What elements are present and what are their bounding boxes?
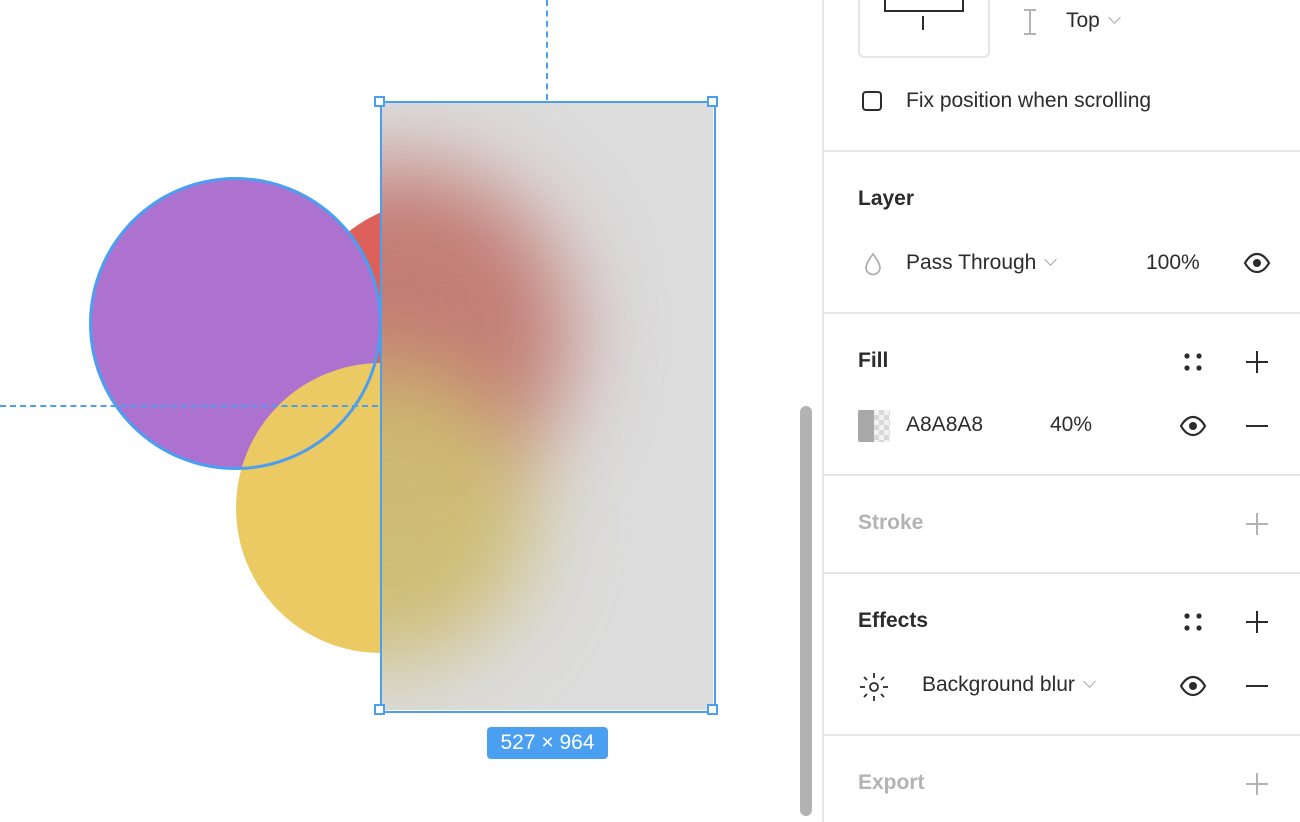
chevron-down-icon [1107, 11, 1121, 24]
add-export-plus-icon[interactable] [1245, 772, 1269, 796]
stroke-section-title: Stroke [858, 511, 924, 534]
hover-outline-purple-circle [89, 177, 382, 470]
fix-position-checkbox[interactable] [862, 91, 882, 111]
effect-type-value: Background blur [922, 673, 1075, 696]
horizontal-guide-line [0, 405, 378, 407]
vertical-constraint-dropdown[interactable]: Top [1066, 9, 1121, 33]
add-stroke-plus-icon[interactable] [1245, 512, 1269, 536]
swatch-transparency-half [874, 410, 890, 442]
swatch-solid-half [858, 410, 874, 442]
selection-box [380, 101, 716, 713]
layer-visibility-eye-icon[interactable] [1243, 252, 1271, 274]
effects-section-title: Effects [858, 609, 929, 632]
fill-section-title: Fill [858, 349, 889, 372]
export-section-title: Export [858, 771, 925, 794]
blend-mode-dropdown[interactable]: Pass Through [906, 251, 1058, 275]
add-fill-plus-icon[interactable] [1245, 350, 1269, 374]
remove-fill-minus-icon[interactable] [1245, 414, 1269, 438]
constraint-frame [884, 0, 964, 12]
style-grid-icon[interactable] [1183, 612, 1203, 632]
vertical-guide-line [546, 0, 548, 100]
fill-opacity-input[interactable]: 40% [1050, 413, 1092, 437]
effect-visibility-eye-icon[interactable] [1179, 675, 1207, 697]
section-divider [824, 474, 1300, 476]
chevron-down-icon [1044, 253, 1058, 266]
canvas-scrollbar[interactable] [800, 406, 812, 816]
section-divider [824, 734, 1300, 736]
resize-handle-bottom-right[interactable] [707, 704, 718, 715]
vertical-constraint-icon [1022, 8, 1038, 36]
vertical-constraint-value: Top [1066, 9, 1100, 32]
layer-opacity-input[interactable]: 100% [1146, 251, 1200, 275]
chevron-down-icon [1083, 675, 1096, 688]
resize-handle-top-left[interactable] [374, 96, 385, 107]
effect-type-dropdown[interactable]: Background blur [922, 673, 1096, 697]
fill-color-swatch[interactable] [858, 410, 890, 442]
remove-effect-minus-icon[interactable] [1245, 674, 1269, 698]
properties-panel: Top Fix position when scrolling Layer Pa… [822, 0, 1300, 822]
design-canvas[interactable]: 527 × 964 [0, 0, 822, 822]
constraint-bottom-tick[interactable] [922, 16, 924, 30]
fill-visibility-eye-icon[interactable] [1179, 415, 1207, 437]
blend-mode-drop-icon [864, 252, 882, 276]
constraint-widget[interactable] [858, 0, 990, 58]
section-divider [824, 572, 1300, 574]
style-grid-icon[interactable] [1183, 352, 1203, 372]
layer-section-title: Layer [858, 187, 915, 210]
blend-mode-value: Pass Through [906, 251, 1037, 274]
resize-handle-bottom-left[interactable] [374, 704, 385, 715]
add-effect-plus-icon[interactable] [1245, 610, 1269, 634]
selection-size-badge: 527 × 964 [487, 727, 608, 759]
resize-handle-top-right[interactable] [707, 96, 718, 107]
section-divider [824, 312, 1300, 314]
effect-settings-sun-icon[interactable] [858, 671, 890, 703]
section-divider [824, 150, 1300, 152]
fill-hex-input[interactable]: A8A8A8 [906, 413, 983, 437]
fix-position-label: Fix position when scrolling [906, 89, 1152, 112]
